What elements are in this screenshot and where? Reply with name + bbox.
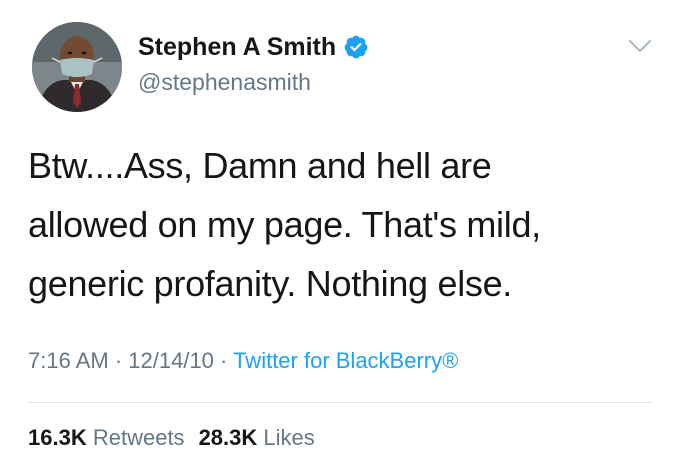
tweet-date[interactable]: 12/14/10 <box>128 348 214 373</box>
divider <box>28 402 652 403</box>
tweet-source-link[interactable]: Twitter for BlackBerry® <box>233 348 458 373</box>
verified-badge-icon <box>343 34 369 60</box>
tweet-stats: 16.3K Retweets 28.3K Likes <box>28 424 315 452</box>
likes-label: Likes <box>263 425 315 450</box>
tweet-text-line: allowed on my page. That's mild, <box>28 204 541 245</box>
tweet-time[interactable]: 7:16 AM <box>28 348 109 373</box>
retweets-stat[interactable]: 16.3K Retweets <box>28 425 185 450</box>
likes-stat[interactable]: 28.3K Likes <box>199 425 315 450</box>
retweets-count: 16.3K <box>28 425 87 450</box>
tweet-card: Stephen A Smith @stephenasmith Btw....As… <box>0 0 680 473</box>
tweet-text-line: generic profanity. Nothing else. <box>28 263 513 304</box>
author-name-row[interactable]: Stephen A Smith <box>138 32 369 62</box>
avatar-image <box>32 22 122 112</box>
author-display-name[interactable]: Stephen A Smith <box>138 32 336 62</box>
tweet-text: Btw....Ass, Damn and hell are allowed on… <box>28 136 648 313</box>
likes-count: 28.3K <box>198 425 258 450</box>
tweet-meta: 7:16 AM · 12/14/10 · Twitter for BlackBe… <box>28 346 458 376</box>
meta-separator: · <box>213 348 234 373</box>
meta-separator: · <box>108 348 129 373</box>
retweets-label: Retweets <box>92 425 185 450</box>
author-handle[interactable]: @stephenasmith <box>138 68 311 96</box>
tweet-text-line: Btw....Ass, Damn and hell are <box>28 145 492 186</box>
avatar[interactable] <box>32 22 122 112</box>
chevron-down-icon[interactable] <box>628 38 652 54</box>
